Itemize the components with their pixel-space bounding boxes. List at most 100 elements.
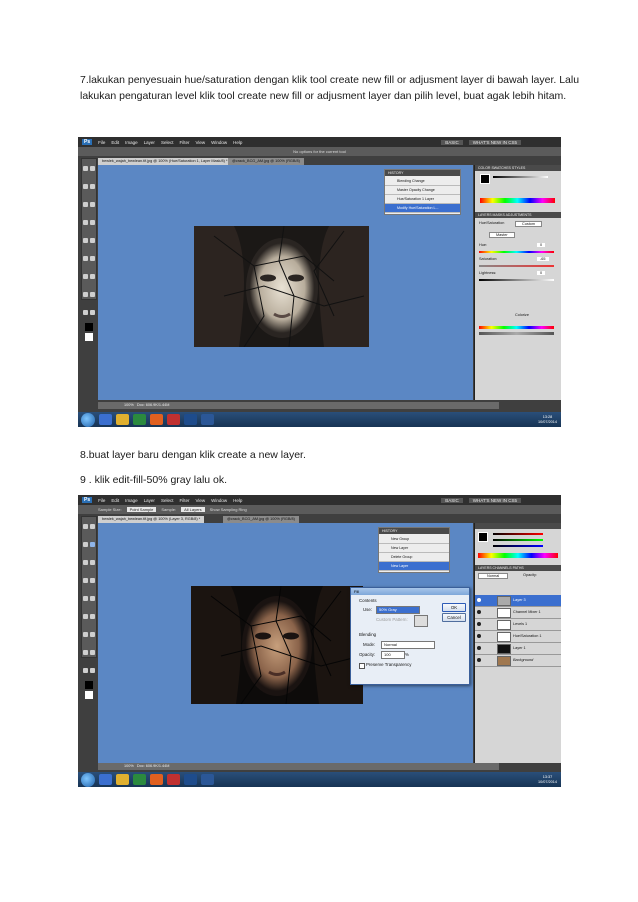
type-tool-icon[interactable] — [83, 274, 88, 279]
document-tab-active[interactable]: bewlek_wajah_bewlean.tif.jpg @ 100% (Lay… — [98, 516, 205, 523]
layer-row[interactable]: Levels 1 — [475, 619, 561, 631]
menu-image[interactable]: Image — [125, 140, 138, 145]
blue-slider[interactable] — [493, 545, 543, 547]
firefox-icon[interactable] — [150, 774, 163, 785]
workspace-whats-new-button[interactable]: WHAT'S NEW IN CS5 — [468, 497, 521, 503]
history-item[interactable]: New Layer — [379, 544, 449, 553]
menu-filter[interactable]: Filter — [179, 498, 189, 503]
color-spectrum[interactable] — [478, 553, 558, 558]
layer-row[interactable]: Layer 1 — [475, 643, 561, 655]
menu-window[interactable]: Window — [211, 140, 227, 145]
color-spectrum[interactable] — [480, 198, 555, 203]
menu-help[interactable]: Help — [233, 140, 242, 145]
eraser-tool-icon[interactable] — [83, 238, 88, 243]
color-swatch[interactable] — [478, 532, 488, 542]
gradient-tool-icon[interactable] — [90, 238, 95, 243]
brush-tool-icon[interactable] — [83, 578, 88, 583]
visibility-eye-icon[interactable] — [477, 658, 481, 662]
move-tool-icon[interactable] — [83, 524, 88, 529]
wand-tool-icon[interactable] — [90, 184, 95, 189]
foreground-color-swatch[interactable] — [85, 323, 93, 331]
crop-tool-icon[interactable] — [83, 202, 88, 207]
eyedropper-tool-icon[interactable] — [90, 202, 95, 207]
color-slider[interactable] — [493, 176, 548, 178]
gradient-tool-icon[interactable] — [90, 596, 95, 601]
menu-select[interactable]: Select — [161, 140, 174, 145]
menu-filter[interactable]: Filter — [179, 140, 189, 145]
move-tool-icon[interactable] — [83, 166, 88, 171]
workspace-basic-button[interactable]: BASIC — [441, 497, 463, 503]
history-item-selected[interactable]: Modify Hue/Saturation L... — [385, 204, 460, 213]
eraser-tool-icon[interactable] — [83, 596, 88, 601]
layer-row[interactable]: Hue/Saturation 1 — [475, 631, 561, 643]
document-tab-active[interactable]: bewlek_wajah_bewlean.tif.jpg @ 100% (Hue… — [98, 158, 232, 165]
heal-tool-icon[interactable] — [90, 560, 95, 565]
firefox-icon[interactable] — [150, 414, 163, 425]
blend-mode-dropdown[interactable]: Normal — [478, 573, 509, 579]
menu-image[interactable]: Image — [125, 498, 138, 503]
menu-layer[interactable]: Layer — [144, 498, 155, 503]
photoshop-taskbar-icon[interactable] — [184, 414, 197, 425]
zoom-tool-icon[interactable] — [90, 310, 95, 315]
layer-row-selected[interactable]: Layer 3 — [475, 595, 561, 607]
background-color-swatch[interactable] — [85, 333, 93, 341]
menu-file[interactable]: File — [98, 498, 105, 503]
sampling-ring-checkbox[interactable]: Show Sampling Ring — [210, 507, 247, 512]
visibility-eye-icon[interactable] — [477, 610, 481, 614]
tab-paths[interactable]: PATHS — [513, 566, 524, 570]
saturation-slider[interactable] — [479, 265, 554, 267]
foreground-color-swatch[interactable] — [85, 681, 93, 689]
tab-layers[interactable]: LAYERS — [478, 566, 492, 570]
ok-button[interactable]: OK — [442, 603, 466, 612]
photoshop-taskbar-icon[interactable] — [184, 774, 197, 785]
background-color-swatch[interactable] — [85, 691, 93, 699]
tab-masks[interactable]: MASKS — [493, 213, 505, 217]
menu-edit[interactable]: Edit — [111, 140, 119, 145]
tab-swatches[interactable]: SWATCHES — [491, 166, 510, 170]
workspace-basic-button[interactable]: BASIC — [441, 139, 463, 145]
media-icon[interactable] — [133, 774, 146, 785]
tab-styles[interactable]: STYLES — [512, 166, 525, 170]
menu-layer[interactable]: Layer — [144, 140, 155, 145]
chrome-icon[interactable] — [167, 414, 180, 425]
color-swatch[interactable] — [480, 174, 490, 184]
path-tool-icon[interactable] — [90, 632, 95, 637]
workspace-whats-new-button[interactable]: WHAT'S NEW IN CS5 — [468, 139, 521, 145]
media-icon[interactable] — [133, 414, 146, 425]
use-dropdown[interactable]: 50% Gray — [376, 606, 420, 614]
hue-value-field[interactable]: 0 — [537, 243, 546, 247]
crop-tool-icon[interactable] — [83, 560, 88, 565]
opacity-field[interactable]: 100 — [381, 651, 405, 659]
lasso-tool-icon[interactable] — [83, 184, 88, 189]
start-button-icon[interactable] — [81, 412, 95, 427]
history-item[interactable]: Delete Group — [379, 553, 449, 562]
lightness-slider[interactable] — [479, 279, 554, 281]
zoom-level[interactable]: 100% — [124, 403, 134, 407]
document-tab[interactable]: @crack_BCG_AM.jpg @ 100% (RGB/8) — [228, 158, 304, 165]
brush-tool-icon[interactable] — [83, 220, 88, 225]
visibility-eye-icon[interactable] — [477, 646, 481, 650]
type-tool-icon[interactable] — [83, 632, 88, 637]
menu-edit[interactable]: Edit — [111, 498, 119, 503]
tab-color[interactable]: COLOR — [478, 166, 490, 170]
document-tab[interactable]: @crack_BCG_AM.jpg @ 100% (RGB/8) — [223, 516, 299, 523]
saturation-value-field[interactable]: -65 — [537, 257, 549, 261]
zoom-tool-icon[interactable] — [90, 668, 95, 673]
folder-icon[interactable] — [116, 414, 129, 425]
shape-tool-icon[interactable] — [83, 292, 88, 297]
pen-tool-icon[interactable] — [90, 614, 95, 619]
hand-tool-icon[interactable] — [83, 668, 88, 673]
3d-tool-icon[interactable] — [90, 292, 95, 297]
sample-dropdown[interactable]: All Layers — [181, 507, 205, 512]
preserve-transparency-checkbox[interactable] — [359, 663, 365, 669]
menu-window[interactable]: Window — [211, 498, 227, 503]
tab-layers[interactable]: LAYERS — [478, 213, 492, 217]
cancel-button[interactable]: Cancel — [442, 613, 466, 622]
menu-select[interactable]: Select — [161, 498, 174, 503]
hand-tool-icon[interactable] — [83, 310, 88, 315]
menu-file[interactable]: File — [98, 140, 105, 145]
marquee-tool-icon[interactable] — [90, 524, 95, 529]
explorer-icon[interactable] — [99, 414, 112, 425]
pattern-picker[interactable] — [414, 615, 428, 627]
dodge-tool-icon[interactable] — [83, 256, 88, 261]
